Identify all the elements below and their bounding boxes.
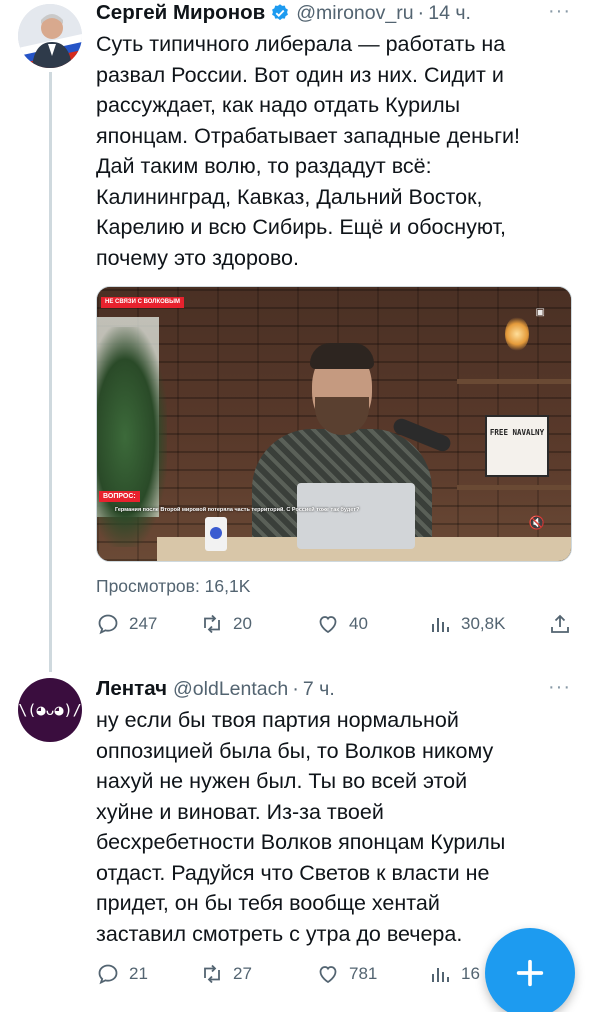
tweet-text: Суть типичного либерала — работать на ра…	[96, 29, 576, 273]
text-line: Калининград, Кавказ, Дальний Восток,	[96, 184, 483, 209]
author-name[interactable]: Сергей Миронов	[96, 1, 265, 25]
tweet-text: ну если бы твоя партия нормальной оппози…	[96, 705, 576, 949]
more-options-icon[interactable]: ···	[548, 676, 571, 699]
lamp	[505, 317, 529, 351]
like-button[interactable]: 781	[316, 962, 377, 986]
more-options-icon[interactable]: ···	[548, 0, 571, 23]
reply-icon	[98, 614, 118, 635]
shelf	[457, 379, 571, 384]
analytics-button[interactable]: 16	[428, 962, 480, 986]
avatar-mironov[interactable]	[18, 4, 82, 68]
tweet-time[interactable]: 7 ч.	[303, 678, 335, 701]
free-navalny-sign: FREE NAVALNY	[485, 415, 549, 477]
analytics-icon	[432, 618, 449, 632]
separator-dot: ·	[292, 677, 299, 700]
author-name[interactable]: Лентач	[96, 677, 167, 701]
text-line: японцам. Отрабатывает западные деньги!	[96, 123, 521, 148]
laptop	[297, 483, 415, 549]
text-line: отдаст. Радуйся что Светов к власти не	[96, 860, 490, 885]
avatar-lentach[interactable]: \(◕ᴗ◕)/	[18, 678, 82, 742]
channel-watermark-icon: ▣	[535, 307, 545, 318]
verified-badge-icon	[272, 4, 289, 21]
author-handle[interactable]: @oldLentach	[173, 678, 288, 701]
reply-button[interactable]: 21	[96, 962, 148, 986]
share-button[interactable]	[548, 612, 581, 636]
text-line: Карелию и всю Сибирь. Ещё и обоснуют,	[96, 215, 506, 239]
compose-tweet-button[interactable]	[485, 928, 575, 1012]
tweet-time[interactable]: 14 ч.	[428, 2, 471, 25]
retweet-count: 27	[233, 964, 252, 983]
portrait-icon	[18, 4, 82, 68]
reply-icon	[98, 964, 118, 985]
heart-icon	[319, 616, 337, 634]
text-line: ну если бы твоя партия нормальной	[96, 708, 459, 732]
tweet-header: Лентач @oldLentach · 7 ч.	[96, 676, 335, 702]
share-icon	[551, 614, 569, 633]
like-count: 40	[349, 614, 368, 633]
question-caption: Германия после Второй мировой потеряла ч…	[115, 507, 360, 513]
text-line: хуйне и виноват. Из-за твоей	[96, 799, 384, 824]
mute-icon[interactable]: 🔇	[529, 515, 545, 531]
text-line: оппозицией была бы, то Волков никому	[96, 738, 494, 763]
separator-dot: ·	[417, 1, 425, 24]
text-line: почему это здорово.	[96, 245, 299, 270]
analytics-button[interactable]: 30,8K	[428, 612, 505, 636]
text-line: бесхребетности Волков японцам Курилы	[96, 830, 506, 854]
retweet-button[interactable]: 20	[200, 612, 252, 636]
question-label: ВОПРОС:	[99, 491, 140, 502]
reply-button[interactable]: 247	[96, 612, 157, 636]
text-line: Суть типичного либерала — работать на	[96, 32, 506, 56]
plus-icon	[516, 959, 544, 987]
thread-line	[49, 72, 52, 672]
view-stat: 16	[461, 964, 480, 983]
text-line: придет, он бы тебя вообще хентай	[96, 891, 440, 915]
text-line: развал России. Вот один из них. Сидит и	[96, 62, 504, 87]
cup	[205, 517, 227, 551]
tweet-actions: 247 20 40 30,8K	[96, 612, 576, 638]
like-count: 781	[349, 964, 378, 983]
text-line: нахуй не нужен был. Ты во всей этой	[96, 769, 468, 793]
view-count: Просмотров: 16,1K	[96, 576, 251, 596]
heart-icon	[319, 966, 337, 984]
reply-count: 21	[129, 964, 148, 983]
author-handle[interactable]: @mironov_ru	[296, 2, 413, 25]
plant	[97, 327, 167, 547]
retweet-button[interactable]: 27	[200, 962, 252, 986]
text-line: рассуждает, как надо отдать Курилы	[96, 93, 461, 117]
retweet-icon	[204, 964, 220, 984]
reply-count: 247	[129, 614, 158, 633]
analytics-icon	[432, 968, 449, 982]
retweet-icon	[204, 614, 220, 634]
text-line: Дай таким волю, то раздадут всё:	[96, 154, 432, 178]
video-thumbnail[interactable]: FREE NAVALNY НЕ СВЯЗИ С ВОЛКОВЫМ ВОПРОС:…	[96, 286, 572, 562]
retweet-count: 20	[233, 614, 252, 633]
view-stat: 30,8K	[461, 614, 506, 633]
tweet-header: Сергей Миронов @mironov_ru · 14 ч.	[96, 0, 471, 26]
shelf	[457, 485, 571, 490]
show-badge: НЕ СВЯЗИ С ВОЛКОВЫМ	[101, 297, 185, 308]
like-button[interactable]: 40	[316, 612, 368, 636]
